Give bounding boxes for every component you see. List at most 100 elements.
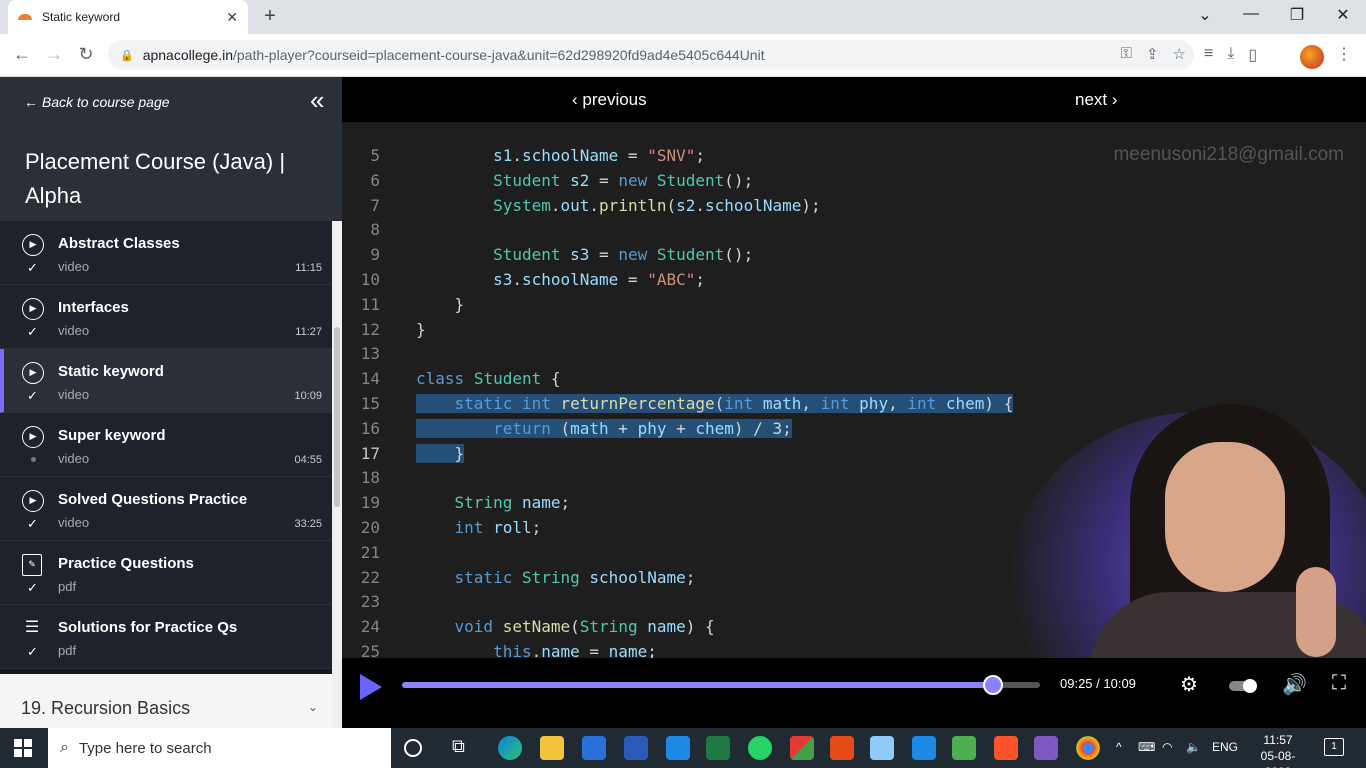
wifi-icon[interactable]: ◠ xyxy=(1162,740,1172,754)
excel-alt-icon[interactable] xyxy=(952,736,976,760)
play-circle-icon: ▶ xyxy=(22,362,44,384)
course-title: Placement Course (Java) | Alpha xyxy=(25,149,286,208)
lesson-duration: 33:25 xyxy=(294,518,322,530)
play-circle-icon: ▶ xyxy=(22,490,44,512)
whatsapp-icon[interactable] xyxy=(748,736,772,760)
brave-icon[interactable] xyxy=(994,736,1018,760)
cortana-icon[interactable] xyxy=(404,739,422,757)
word-icon[interactable] xyxy=(624,736,648,760)
taskbar-search-box[interactable]: ⌕ Type here to search xyxy=(48,728,391,768)
lesson-title: Super keyword xyxy=(58,427,166,444)
code-text: int roll; xyxy=(454,518,542,537)
previous-link[interactable]: ‹ previous xyxy=(572,90,647,110)
code-line: 6 Student s2 = new Student(); xyxy=(342,171,1366,195)
tab-close-icon[interactable]: ✕ xyxy=(226,9,238,26)
completed-check-icon: ✓ xyxy=(27,324,38,339)
file-explorer-icon[interactable] xyxy=(540,736,564,760)
line-number: 9 xyxy=(370,245,380,265)
lesson-item[interactable]: ✎ ✓ Practice Questions pdf xyxy=(0,541,332,605)
lesson-item[interactable]: ▶ ✓ Interfaces video 11:27 xyxy=(0,285,332,349)
autoplay-toggle[interactable] xyxy=(1229,679,1257,693)
code-text: s3.schoolName = "ABC"; xyxy=(493,270,706,289)
browser-tab[interactable]: Static keyword ✕ xyxy=(8,0,248,34)
section-header[interactable]: 19. Recursion Basics ⌄ xyxy=(0,674,332,728)
lesson-type: pdf xyxy=(58,579,77,594)
app-icon[interactable] xyxy=(830,736,854,760)
password-key-icon[interactable]: ⚿ xyxy=(1121,45,1132,63)
media-controls-icon[interactable]: ≡ xyxy=(1204,45,1213,65)
code-line: 11 } xyxy=(342,295,1366,319)
line-number: 11 xyxy=(360,294,380,314)
notification-icon[interactable]: 1 xyxy=(1324,738,1344,756)
app-purple-icon[interactable] xyxy=(1034,736,1058,760)
mail-icon[interactable] xyxy=(666,736,690,760)
new-tab-button[interactable]: + xyxy=(258,5,282,28)
notes-icon[interactable] xyxy=(870,736,894,760)
language-indicator[interactable]: ENG xyxy=(1212,740,1238,754)
lesson-item[interactable]: ▶ ✓ Abstract Classes video 11:15 xyxy=(0,221,332,285)
seek-bar[interactable] xyxy=(402,675,1040,695)
profile-avatar[interactable] xyxy=(1300,45,1324,69)
reload-icon[interactable]: ↻ xyxy=(74,44,98,65)
edge-icon[interactable] xyxy=(498,736,522,760)
address-bar[interactable]: 🔒 apnacollege.in/path-player?courseid=pl… xyxy=(108,40,1194,70)
code-line: 10 s3.schoolName = "ABC"; xyxy=(342,270,1366,294)
vscode-icon[interactable] xyxy=(912,736,936,760)
checklist-icon: ☰ xyxy=(24,619,40,636)
line-number: 16 xyxy=(360,418,380,438)
lesson-item[interactable]: ☰ ✓ Solutions for Practice Qs pdf xyxy=(0,605,332,669)
minimize-button[interactable]: — xyxy=(1236,5,1266,23)
download-icon[interactable]: ⤓ xyxy=(1227,45,1234,65)
video-frame[interactable]: 5 s1.schoolName = "SNV"; 6 Student s2 = n… xyxy=(342,122,1366,658)
task-view-icon[interactable]: ⧉ xyxy=(452,736,476,760)
collapse-sidebar-icon[interactable]: « xyxy=(310,85,324,116)
windows-start-icon[interactable] xyxy=(14,739,32,757)
player-area: ‹ previous next › 5 s1.schoolName = "SNV… xyxy=(342,77,1366,728)
bookmark-star-icon[interactable]: ☆ xyxy=(1173,45,1186,63)
network-icon[interactable]: ⌨ xyxy=(1138,740,1155,754)
lesson-type: video xyxy=(58,451,90,466)
seek-handle[interactable] xyxy=(983,675,1004,695)
play-circle-icon: ▶ xyxy=(22,426,44,448)
kebab-menu-icon[interactable]: ⋮ xyxy=(1336,44,1352,64)
lesson-item-active[interactable]: ▶ ✓ Static keyword video 10:09 xyxy=(0,349,332,413)
course-sidebar: ← Back to course page « Placement Course… xyxy=(0,77,342,728)
code-line: 14 class Student { xyxy=(342,369,1366,393)
share-icon[interactable]: ⇪ xyxy=(1146,45,1159,63)
lesson-title: Practice Questions xyxy=(58,555,194,572)
lock-icon[interactable]: 🔒 xyxy=(120,49,134,62)
close-window-button[interactable]: ✕ xyxy=(1328,5,1358,25)
code-text: } xyxy=(416,443,465,463)
volume-icon[interactable]: 🔊 xyxy=(1282,672,1307,697)
back-to-course-link[interactable]: ← Back to course page xyxy=(24,94,170,110)
line-number: 5 xyxy=(370,146,380,165)
lesson-item[interactable]: ▶ Super keyword video 04:55 xyxy=(0,413,332,477)
excel-icon[interactable] xyxy=(706,736,730,760)
speaker-icon[interactable]: 🔈 xyxy=(1186,740,1201,754)
completed-check-icon: ✓ xyxy=(27,580,38,595)
code-text: } xyxy=(416,319,426,339)
chrome-icon[interactable] xyxy=(1076,736,1100,760)
instructor-video xyxy=(1010,392,1366,658)
back-arrow-icon[interactable]: ← xyxy=(10,44,34,65)
sidebar-scroll-thumb[interactable] xyxy=(334,327,340,507)
side-panel-icon[interactable]: ▯ xyxy=(1248,45,1257,65)
store-icon[interactable] xyxy=(582,736,606,760)
tray-chevron-icon[interactable]: ^ xyxy=(1116,740,1122,754)
clock-date: 05-08-2023 xyxy=(1260,749,1296,768)
code-text: System.out.println(s2.schoolName); xyxy=(493,195,821,215)
tab-search-chevron-icon[interactable]: ⌄ xyxy=(1190,5,1220,25)
url-text: apnacollege.in/path-player?courseid=plac… xyxy=(142,47,765,63)
clock[interactable]: 11:57 05-08-2023 xyxy=(1248,732,1308,768)
code-line: 13 xyxy=(342,344,1366,368)
fullscreen-icon[interactable]: ⛶ xyxy=(1332,672,1346,695)
restore-button[interactable]: ❐ xyxy=(1282,5,1312,25)
play-icon[interactable] xyxy=(360,674,382,700)
settings-gear-icon[interactable]: ⚙ xyxy=(1180,672,1198,697)
games-icon[interactable] xyxy=(790,736,814,760)
forward-arrow-icon[interactable]: → xyxy=(42,44,66,65)
next-link[interactable]: next › xyxy=(1075,90,1118,110)
lesson-item[interactable]: ▶ ✓ Solved Questions Practice video 33:2… xyxy=(0,477,332,541)
lesson-type: video xyxy=(58,515,90,530)
line-number: 17 xyxy=(360,443,380,463)
